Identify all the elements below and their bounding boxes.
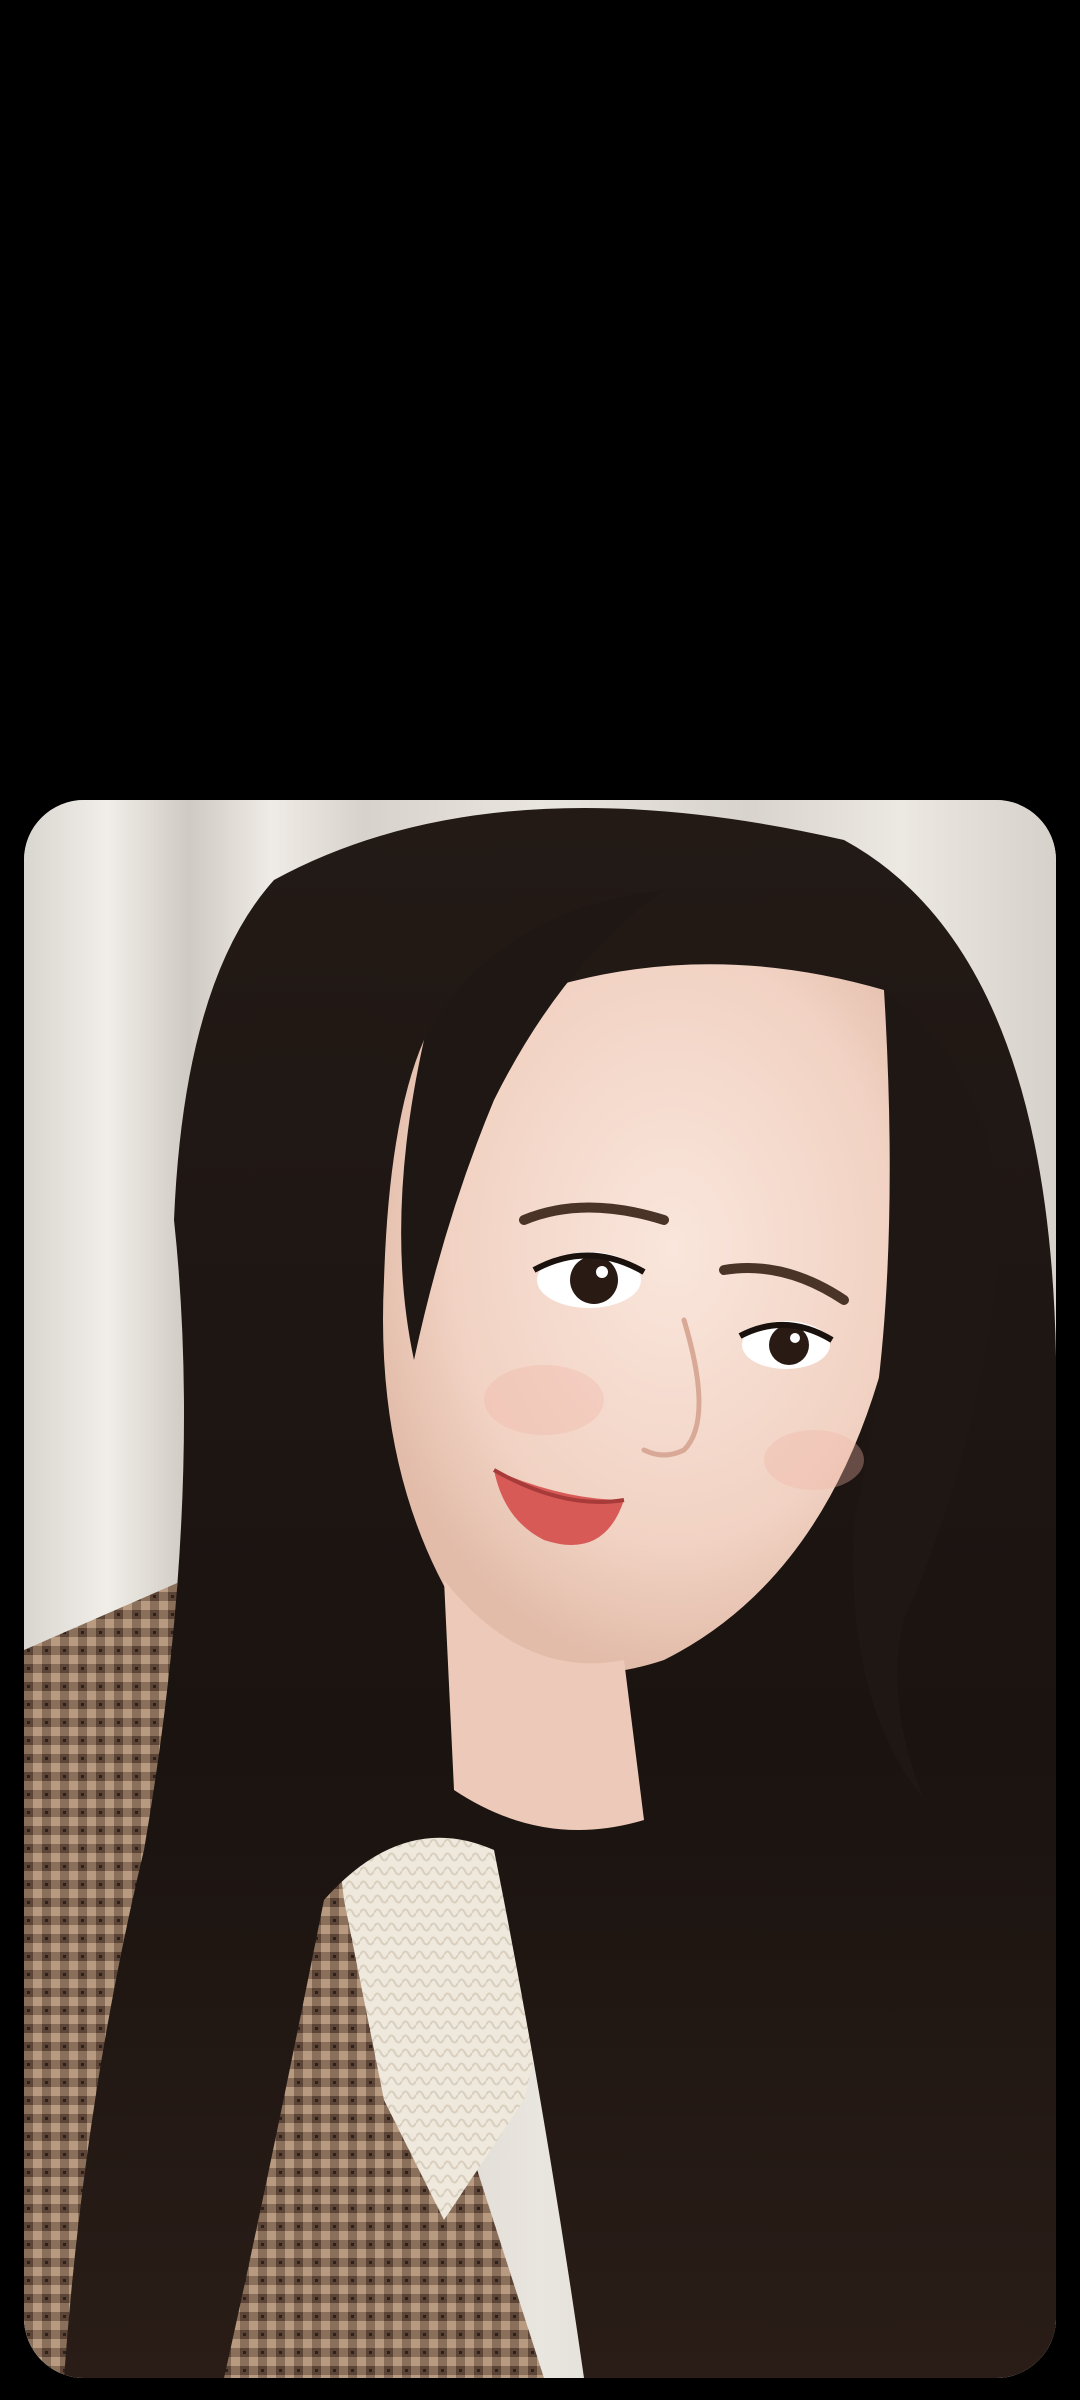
photo-viewer-screen <box>0 0 1080 2400</box>
portrait-photo <box>24 800 1056 2378</box>
photo-card[interactable] <box>24 800 1056 2378</box>
empty-top-area <box>0 0 1080 800</box>
